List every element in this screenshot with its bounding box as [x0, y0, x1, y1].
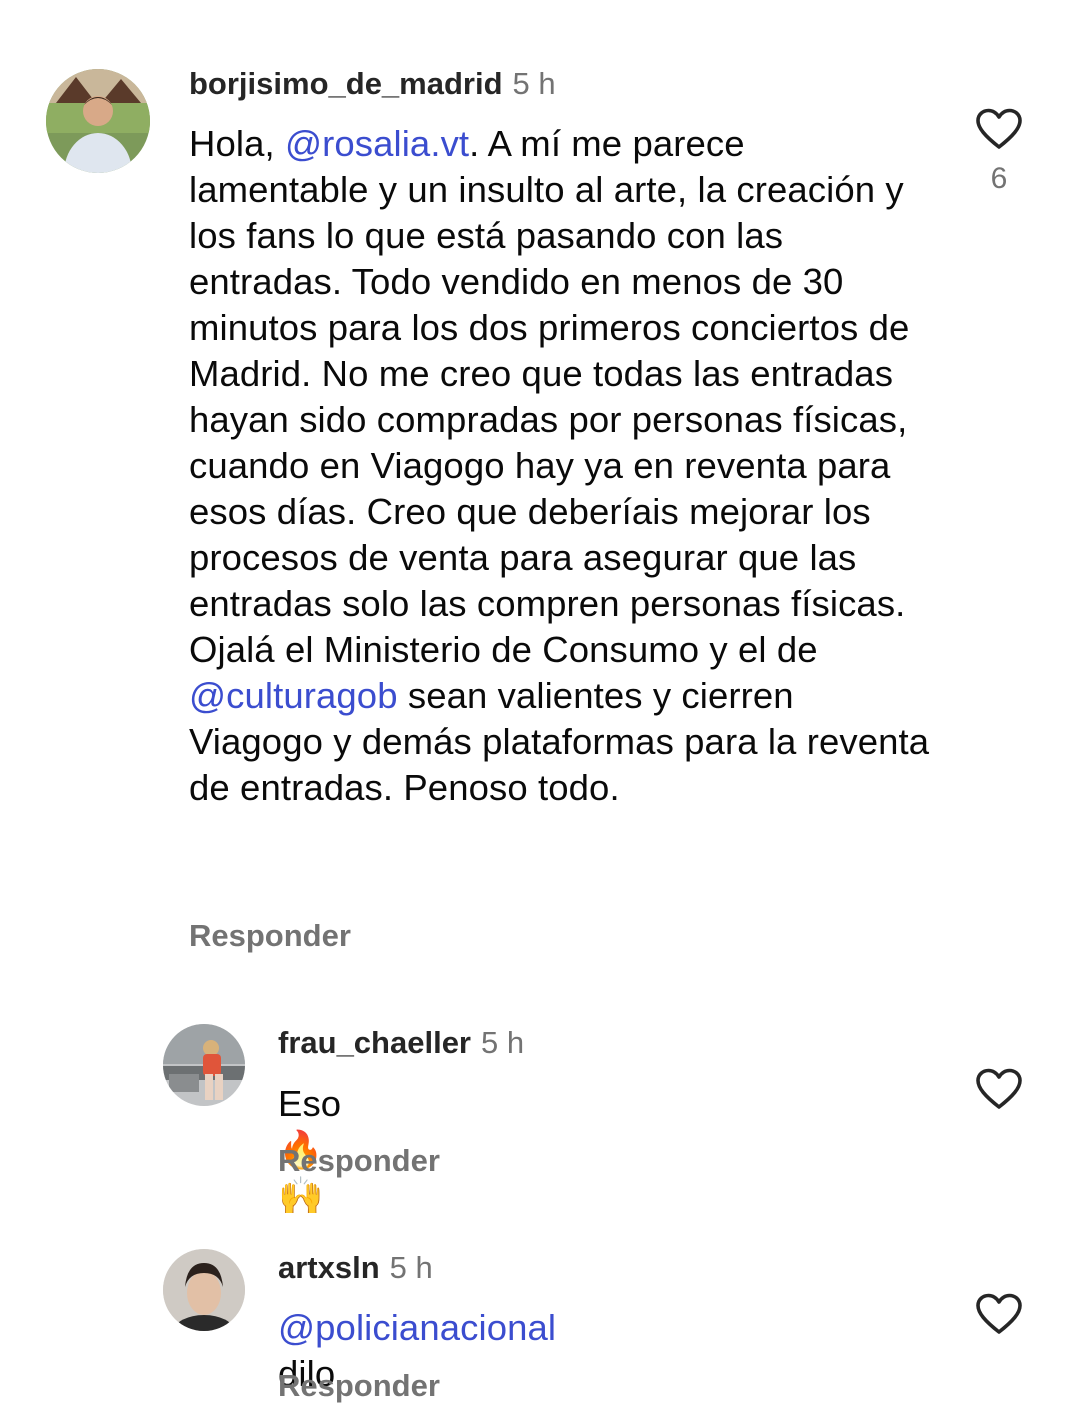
mention-link[interactable]: @rosalia.vt	[285, 123, 469, 164]
like-count: 6	[990, 162, 1008, 195]
timestamp: 5 h	[512, 66, 556, 101]
username[interactable]: artxsln	[278, 1250, 380, 1285]
like-button[interactable]: 6	[969, 108, 1029, 196]
heart-outline-icon	[976, 1293, 1022, 1334]
comment-meta: frau_chaeller 5 h	[278, 1023, 524, 1063]
comment-text: Hola, @rosalia.vt. A mí me parece lament…	[189, 123, 930, 808]
avatar[interactable]	[163, 1249, 245, 1331]
avatar[interactable]	[163, 1024, 245, 1106]
timestamp: 5 h	[481, 1025, 525, 1060]
like-button[interactable]	[969, 1068, 1029, 1110]
timestamp: 5 h	[389, 1250, 433, 1285]
username[interactable]: frau_chaeller	[278, 1025, 471, 1060]
comment-meta: borjisimo_de_madrid 5 h	[189, 64, 556, 104]
username[interactable]: borjisimo_de_madrid	[189, 66, 503, 101]
mention-link[interactable]: @policianacional	[278, 1307, 556, 1348]
reply-button[interactable]: Responder	[278, 1143, 440, 1179]
like-button[interactable]	[969, 1293, 1029, 1335]
reply-button[interactable]: Responder	[278, 1368, 440, 1404]
avatar[interactable]	[46, 69, 150, 173]
reply-button[interactable]: Responder	[189, 918, 351, 954]
comment-meta: artxsln 5 h	[278, 1248, 433, 1288]
mention-link[interactable]: @culturagob	[189, 675, 398, 716]
heart-outline-icon	[976, 108, 1022, 149]
heart-outline-icon	[976, 1068, 1022, 1109]
